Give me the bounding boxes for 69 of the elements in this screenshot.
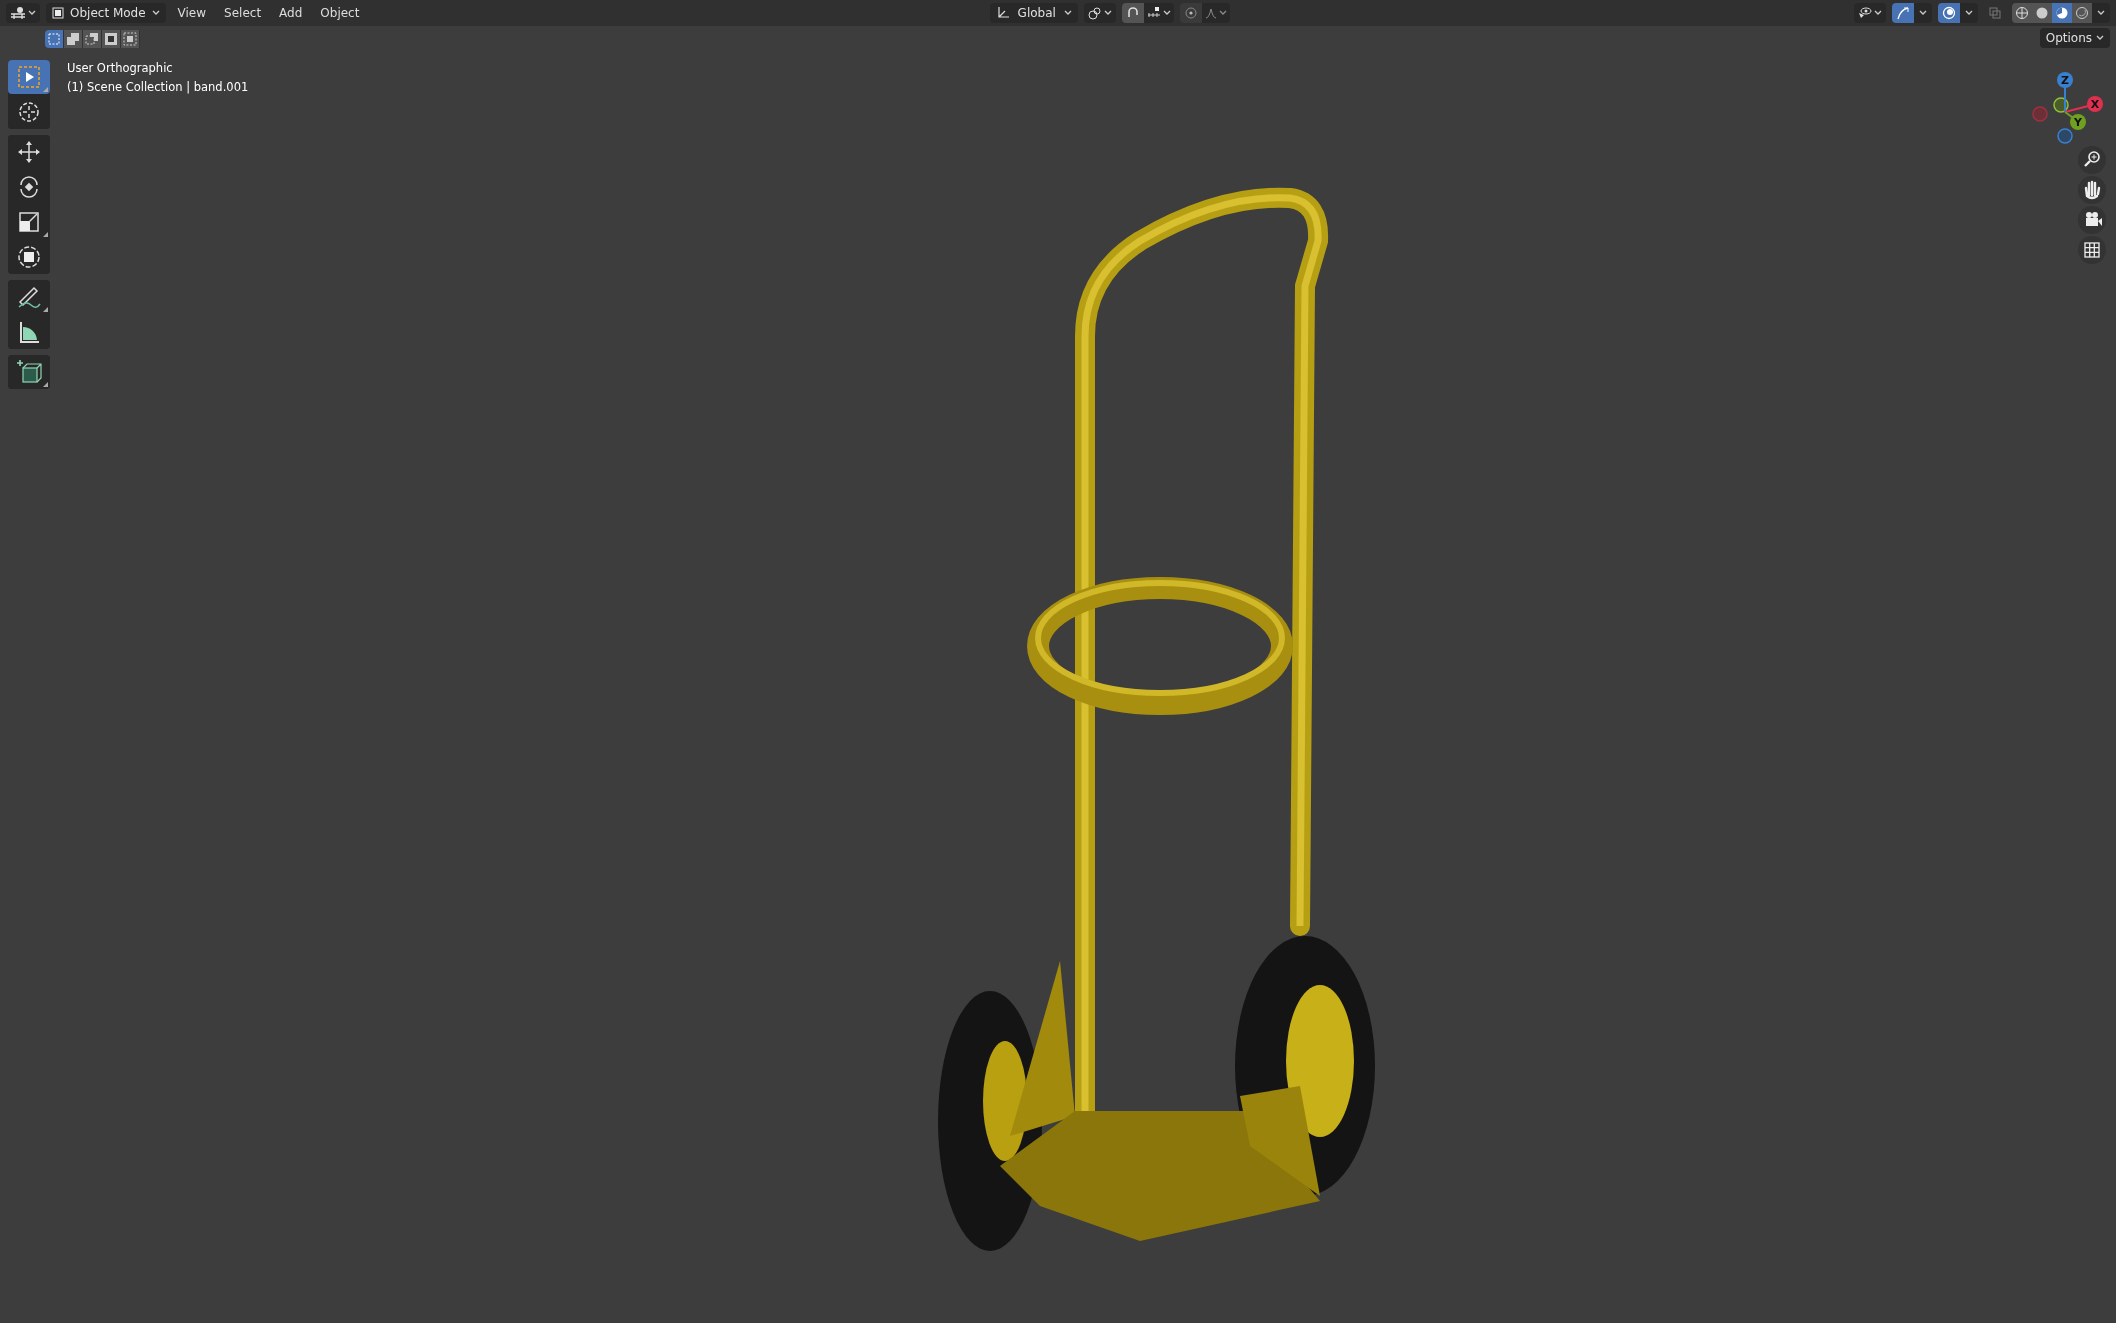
- shading-mode-button[interactable]: [2012, 3, 2032, 23]
- chevron-down-icon: [1218, 10, 1227, 16]
- chevron-down-icon: [1965, 10, 1973, 16]
- eye-icon: [1858, 7, 1872, 19]
- corner-triangle-icon: [43, 87, 48, 92]
- menu-item[interactable]: View: [171, 4, 213, 22]
- axis-label: Y: [2074, 116, 2082, 129]
- shading-mode-button[interactable]: [2072, 3, 2092, 23]
- shading-sphere-icon: [2075, 6, 2089, 20]
- selection-mode-button[interactable]: [121, 30, 140, 48]
- shading-sphere-icon: [2015, 6, 2029, 20]
- shading-sphere-icon: [2035, 6, 2049, 20]
- selection-mode-icon: [66, 32, 80, 46]
- overlays-icon: [1942, 6, 1956, 20]
- proportional-editing-toggle[interactable]: [1179, 3, 1202, 23]
- gizmo-icon: [1896, 6, 1910, 20]
- gizmo-toggle[interactable]: [1892, 3, 1914, 23]
- zoom-view-button[interactable]: [2078, 146, 2106, 174]
- snap-toggle[interactable]: [1121, 3, 1144, 23]
- object-icon: [52, 7, 64, 19]
- corner-triangle-icon: [43, 307, 48, 312]
- tool-button[interactable]: [8, 355, 50, 389]
- orientation-dropdown[interactable]: Global: [989, 3, 1078, 23]
- selection-mode-button[interactable]: [45, 30, 64, 48]
- chevron-down-icon: [1103, 10, 1112, 16]
- shading-sphere-icon: [2055, 6, 2069, 20]
- corner-triangle-icon: [43, 382, 48, 387]
- proportional-editing-icon: [1184, 7, 1197, 19]
- hand-view-button[interactable]: [2078, 176, 2106, 204]
- tool-button[interactable]: [8, 280, 50, 314]
- chevron-down-icon: [1162, 10, 1171, 16]
- mode-dropdown[interactable]: Object Mode: [46, 3, 166, 23]
- corner-triangle-icon: [43, 232, 48, 237]
- chevron-down-icon: [2097, 10, 2105, 16]
- axis-label: Z: [2061, 74, 2069, 87]
- viewport-icon: [10, 6, 26, 20]
- axes-icon: [995, 6, 1010, 20]
- selection-mode-button[interactable]: [83, 30, 102, 48]
- viewport-info-text: User Orthographic: [67, 60, 174, 77]
- selection-mode-button[interactable]: [64, 30, 83, 48]
- selection-mode-icon: [123, 32, 137, 46]
- grid-view-button[interactable]: [2078, 236, 2106, 264]
- menu-item[interactable]: Add: [273, 4, 309, 22]
- editor-type-dropdown[interactable]: [6, 3, 40, 23]
- viewport-info-text: (1) Scene Collection | band.001: [67, 79, 249, 97]
- selection-mode-button[interactable]: [102, 30, 121, 48]
- menu-item[interactable]: Select: [218, 4, 268, 22]
- overlays-toggle[interactable]: [1938, 3, 1960, 23]
- chevron-down-icon: [2096, 35, 2104, 41]
- chevron-down-icon: [1919, 10, 1927, 16]
- menu-item[interactable]: Object: [314, 4, 366, 22]
- falloff-curve-icon: [1204, 7, 1217, 19]
- magnet-icon: [1126, 7, 1139, 19]
- chevron-down-icon: [1063, 10, 1072, 16]
- snap-increment-icon: [1146, 7, 1161, 19]
- shading-mode-button[interactable]: [2052, 3, 2072, 23]
- selection-mode-icon: [85, 32, 99, 46]
- options-dropdown[interactable]: Options: [2039, 28, 2110, 48]
- selection-mode-icon: [47, 32, 61, 46]
- pivot-icon: [1087, 6, 1102, 20]
- camera-view-button[interactable]: [2078, 206, 2106, 234]
- shading-mode-button[interactable]: [2032, 3, 2052, 23]
- selection-mode-icon: [104, 32, 118, 46]
- chevron-down-icon: [28, 10, 36, 16]
- axis-label: X: [2090, 98, 2100, 111]
- chevron-down-icon: [151, 10, 160, 16]
- chevron-down-icon: [1874, 10, 1882, 16]
- axis-gizmo[interactable]: Z X Y: [2032, 72, 2103, 144]
- xray-icon: [1989, 7, 2001, 19]
